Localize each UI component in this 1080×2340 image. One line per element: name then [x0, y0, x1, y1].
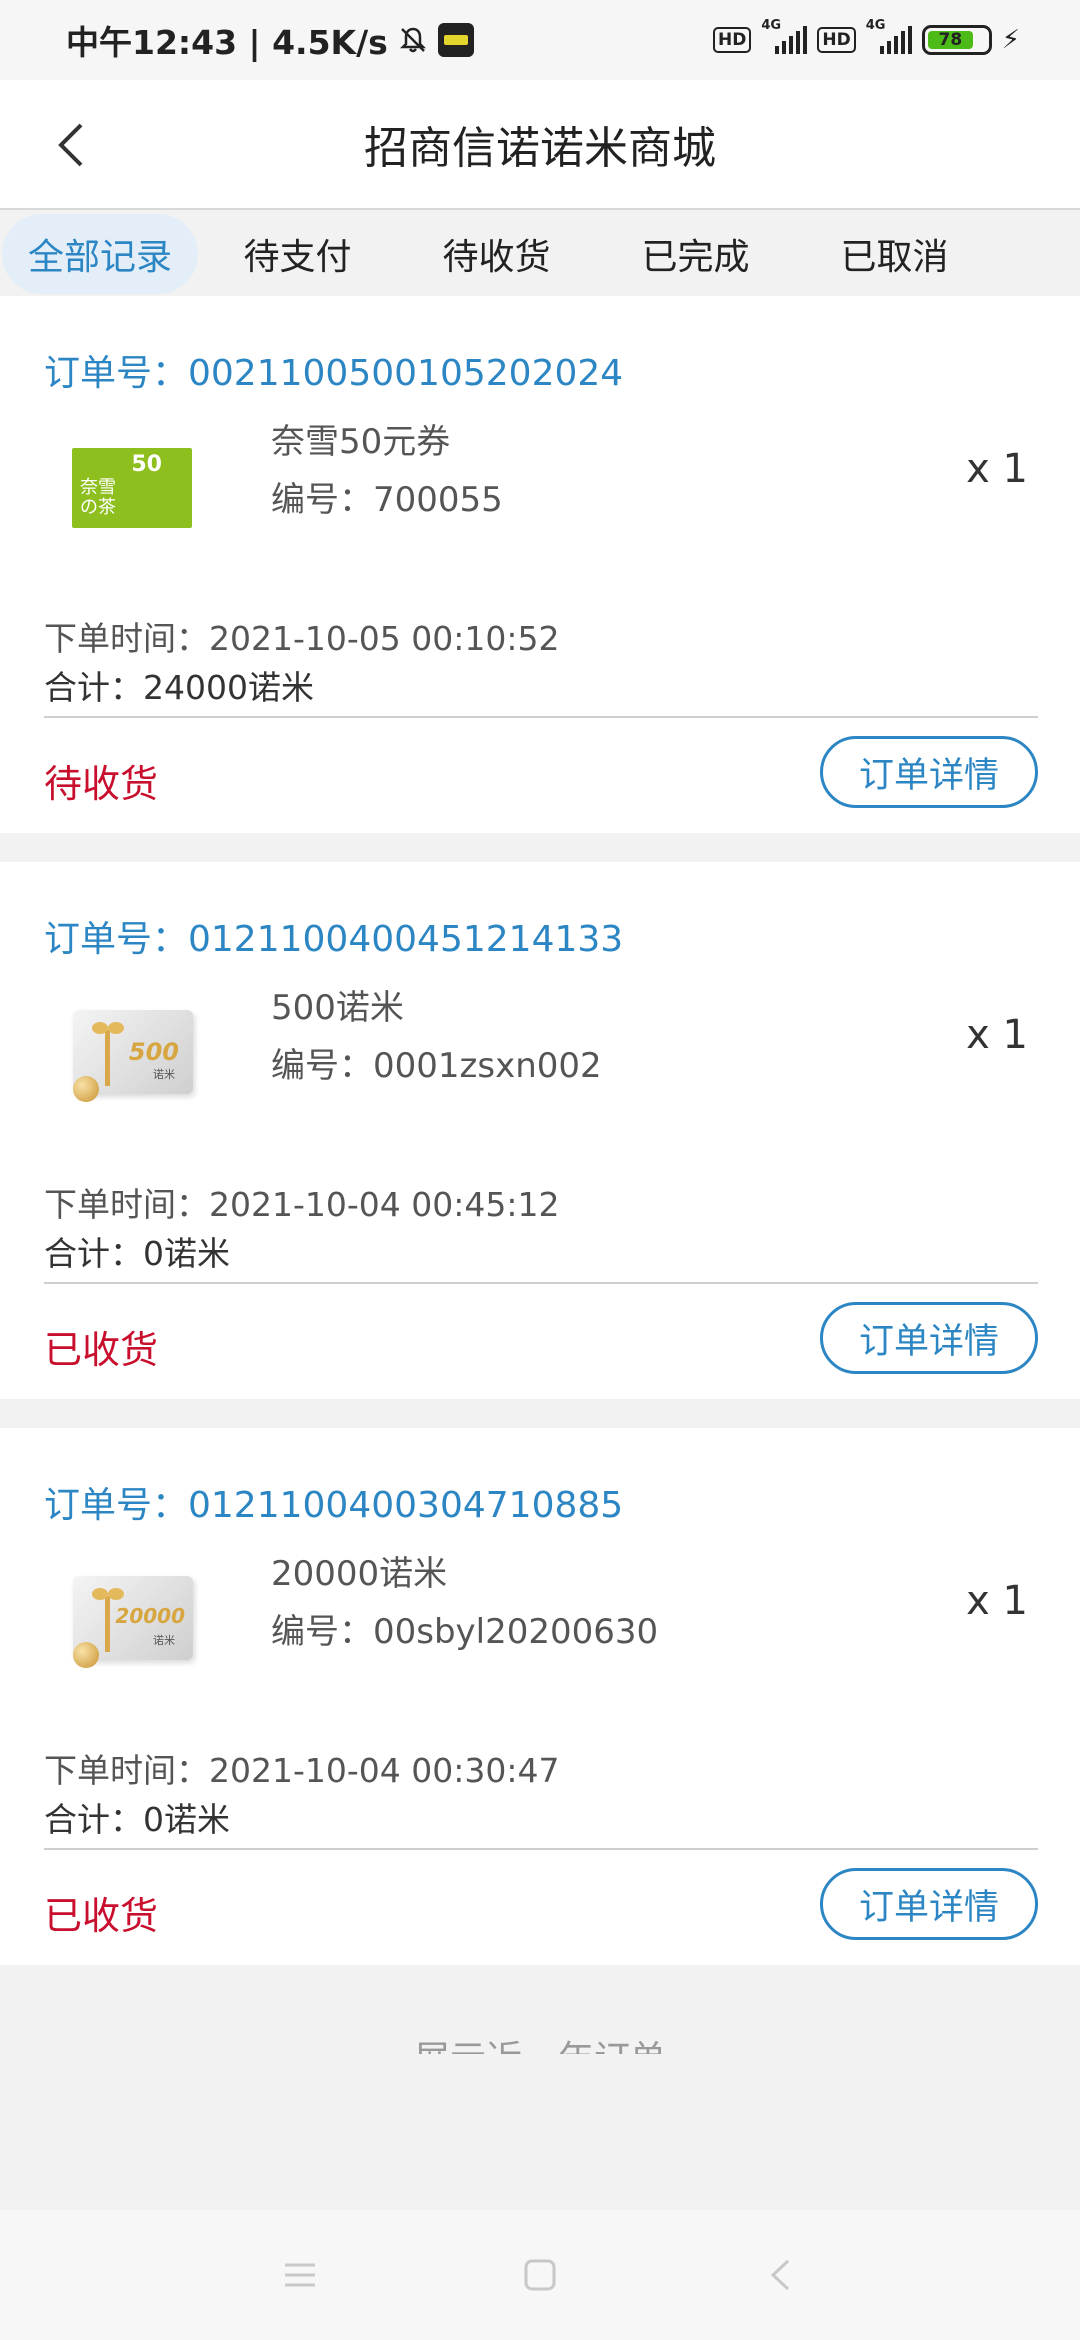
tab-cancelled[interactable]: 已取消	[795, 212, 994, 296]
tab-pending-payment[interactable]: 待支付	[198, 212, 397, 296]
tab-all[interactable]: 全部记录	[2, 212, 198, 296]
product-name: 奈雪50元券	[271, 422, 451, 462]
order-status: 已收货	[44, 1894, 159, 1938]
order-card[interactable]: 订单号：0021100500105202024 50 奈雪 の茶 奈雪50元券 编…	[0, 296, 1080, 833]
order-total: 合计：0诺米	[44, 1234, 230, 1273]
ribbon-icon	[92, 1022, 124, 1086]
product-thumbnail: 50 奈雪 の茶	[65, 426, 200, 551]
order-number: 订单号：0121100400451214133	[44, 919, 624, 960]
status-right: HD 4G HD 4G 78 ⚡	[713, 18, 1020, 55]
product-name: 20000诺米	[271, 1554, 448, 1594]
order-card[interactable]: 订单号：0121100400451214133 500 诺米 500诺米 编号：…	[0, 862, 1080, 1399]
back-button[interactable]	[40, 115, 100, 175]
charging-icon: ⚡	[1001, 25, 1020, 55]
product-code: 编号：700055	[271, 480, 503, 520]
home-square-icon	[524, 2259, 556, 2291]
footer-note: 展示近一年订单	[0, 2030, 1080, 2054]
status-time-speed: 中午12:43 | 4.5K/s	[66, 23, 388, 62]
ornament-ball	[73, 1642, 99, 1668]
order-card[interactable]: 订单号：0121100400304710885 20000 诺米 20000诺米…	[0, 1428, 1080, 1965]
hd-icon-2: HD	[817, 27, 856, 53]
ornament-ball	[73, 1076, 99, 1102]
hd-icon: HD	[713, 27, 752, 53]
tab-completed[interactable]: 已完成	[596, 212, 795, 296]
product-code: 编号：00sbyl20200630	[271, 1612, 659, 1652]
nayuki-voucher-image: 50 奈雪 の茶	[72, 448, 192, 528]
battery-icon: 78	[921, 25, 992, 55]
order-detail-button[interactable]: 订单详情	[820, 1302, 1038, 1374]
order-total: 合计：24000诺米	[44, 668, 314, 707]
gift-card-image: 500 诺米	[73, 1010, 193, 1102]
product-name: 500诺米	[271, 988, 404, 1028]
menu-button[interactable]	[280, 2255, 320, 2295]
divider	[44, 1848, 1038, 1850]
back-triangle-icon	[770, 2259, 790, 2291]
order-time: 下单时间：2021-10-05 00:10:52	[44, 619, 560, 658]
order-detail-button[interactable]: 订单详情	[820, 1868, 1038, 1940]
order-time: 下单时间：2021-10-04 00:30:47	[44, 1751, 560, 1790]
quantity: x 1	[966, 446, 1028, 492]
product-thumbnail: 500 诺米	[65, 992, 200, 1117]
battery-level: 78	[927, 30, 973, 50]
order-status: 已收货	[44, 1328, 159, 1372]
signal-icon-2: 4G	[866, 18, 912, 54]
bell-muted-icon	[399, 27, 426, 53]
signal-icon: 4G	[761, 18, 808, 54]
order-total: 合计：0诺米	[44, 1800, 230, 1839]
divider	[44, 1282, 1038, 1284]
tab-pending-receipt[interactable]: 待收货	[397, 212, 596, 296]
order-detail-button[interactable]: 订单详情	[820, 736, 1038, 808]
order-time: 下单时间：2021-10-04 00:45:12	[44, 1185, 560, 1224]
chevron-left-icon	[58, 123, 83, 167]
status-bar: 中午12:43 | 4.5K/s HD 4G HD 4G 78 ⚡	[0, 0, 1080, 80]
app-header: 招商信诺诺米商城	[0, 80, 1080, 210]
quantity: x 1	[966, 1012, 1028, 1058]
app-notification-icon	[437, 23, 474, 57]
system-back-button[interactable]	[760, 2255, 800, 2295]
order-tabs: 全部记录 待支付 待收货 已完成 已取消	[0, 212, 1080, 296]
status-left: 中午12:43 | 4.5K/s	[66, 16, 474, 64]
page-title: 招商信诺诺米商城	[364, 123, 716, 174]
menu-icon	[285, 2263, 315, 2287]
product-code: 编号：0001zsxn002	[271, 1046, 602, 1086]
quantity: x 1	[966, 1578, 1028, 1624]
product-thumbnail: 20000 诺米	[65, 1558, 200, 1683]
gift-card-image: 20000 诺米	[73, 1576, 193, 1668]
order-number: 订单号：0121100400304710885	[44, 1485, 624, 1526]
home-button[interactable]	[520, 2255, 560, 2295]
order-number: 订单号：0021100500105202024	[44, 353, 624, 394]
order-status: 待收货	[44, 762, 159, 806]
divider	[44, 716, 1038, 718]
system-nav-bar	[0, 2210, 1080, 2340]
